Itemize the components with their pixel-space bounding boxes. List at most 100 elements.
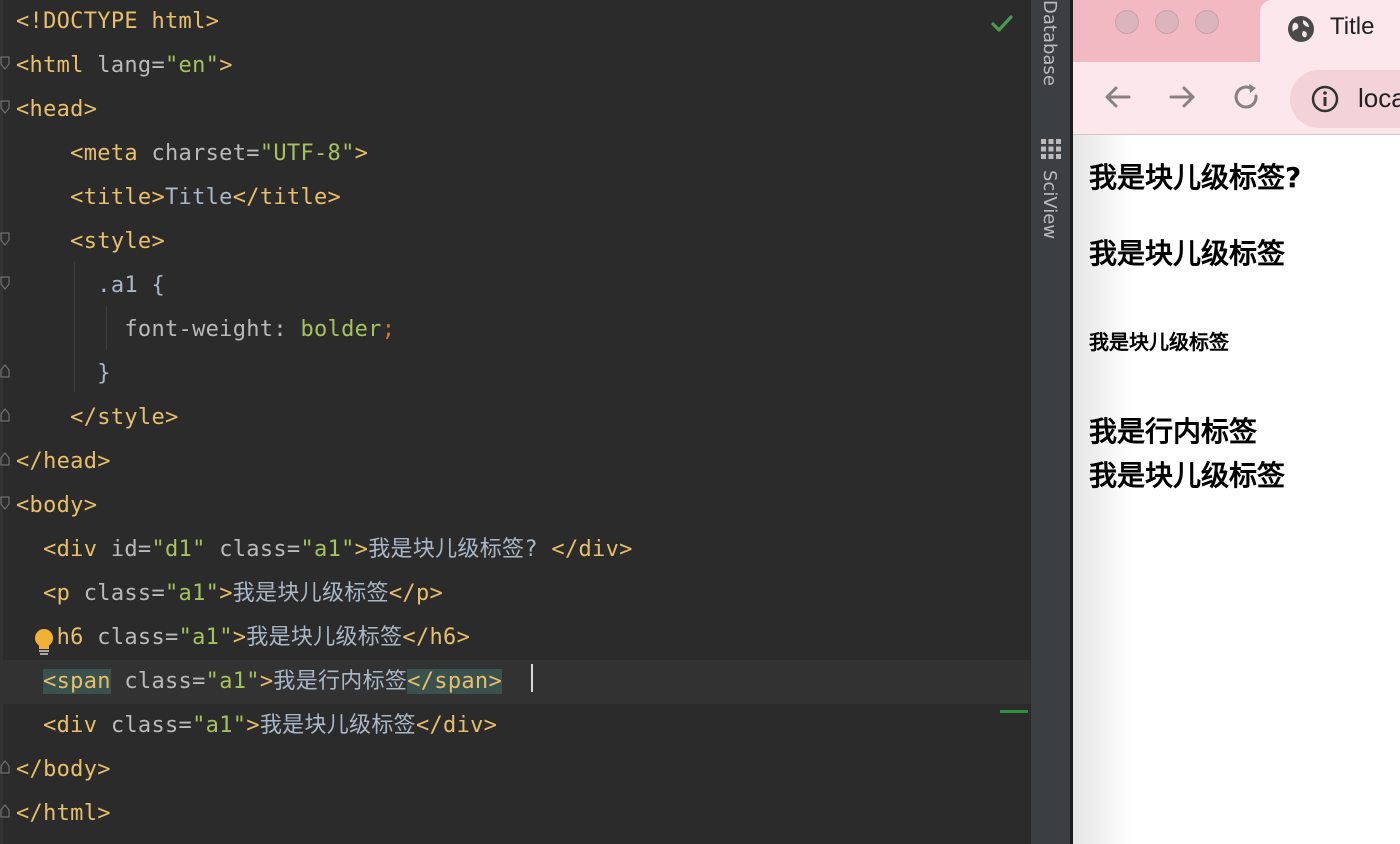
code-line[interactable]: <span class="a1">我是行内标签</span>	[0, 660, 1030, 704]
code-token: >	[354, 537, 369, 562]
zoom-window-button[interactable]	[1195, 10, 1219, 34]
code-token: <html	[16, 53, 98, 78]
code-line[interactable]: <div id="d1" class="a1">我是块儿级标签? </div>	[0, 528, 633, 572]
code-token: id=	[110, 537, 152, 562]
code-line[interactable]: }	[0, 352, 111, 396]
code-line[interactable]: h6 class="a1">我是块儿级标签</h6>	[0, 616, 470, 660]
code-token: font-weight:	[16, 317, 301, 342]
browser-window: Title localhost 我是块儿级标签? 我是块儿级标签 我是块儿级标签…	[1070, 0, 1400, 844]
fold-marker-icon[interactable]	[0, 232, 10, 246]
code-token: 我是块儿级标签	[246, 625, 403, 650]
code-token: </span>	[407, 669, 503, 694]
code-token: </div>	[551, 537, 633, 562]
code-token: class=	[83, 581, 166, 606]
back-arrow-icon[interactable]	[1101, 80, 1135, 114]
code-token: "d1"	[151, 537, 206, 562]
fold-marker-icon[interactable]	[0, 452, 10, 466]
code-token: <!DOCTYPE html>	[16, 9, 220, 34]
sciview-tool-tab[interactable]: SciView	[1039, 170, 1060, 239]
code-line[interactable]: <meta charset="UTF-8">	[0, 132, 368, 176]
code-token: .a1 {	[16, 273, 165, 298]
code-line[interactable]: font-weight: bolder;	[0, 308, 395, 352]
code-token: "a1"	[192, 713, 247, 738]
fold-marker-icon[interactable]	[0, 100, 10, 114]
code-line[interactable]: </head>	[0, 440, 111, 484]
code-token: 我是块儿级标签	[232, 581, 389, 606]
code-token: h6	[16, 625, 98, 650]
code-line[interactable]: <body>	[0, 484, 97, 528]
fold-marker-icon[interactable]	[0, 364, 10, 378]
code-token: class=	[110, 713, 193, 738]
code-token: >	[354, 141, 369, 166]
database-tool-tab[interactable]: Database	[1039, 0, 1060, 86]
code-line[interactable]: <style>	[0, 220, 165, 264]
fold-marker-icon[interactable]	[0, 56, 10, 70]
code-token: <div	[16, 713, 111, 738]
code-token: "a1"	[178, 625, 233, 650]
code-line[interactable]: </body>	[0, 748, 111, 792]
code-token: 我是块儿级标签	[259, 713, 416, 738]
reload-icon[interactable]	[1229, 80, 1263, 114]
code-line[interactable]: <html lang="en">	[0, 44, 233, 88]
code-token: class=	[205, 537, 301, 562]
code-token: </body>	[16, 757, 111, 782]
fold-marker-icon[interactable]	[0, 496, 10, 510]
code-editor[interactable]: <!DOCTYPE html> <html lang="en"> <head> <m…	[0, 0, 1030, 844]
code-token: "UTF-8"	[259, 141, 355, 166]
code-line[interactable]: </style>	[0, 396, 179, 440]
code-token: >	[219, 53, 233, 78]
code-token: class=	[97, 625, 179, 650]
forward-arrow-icon[interactable]	[1165, 80, 1199, 114]
code-token: >	[259, 669, 274, 694]
code-token: </title>	[232, 185, 342, 210]
code-token: ;	[381, 317, 396, 342]
code-token: <head>	[16, 97, 98, 122]
code-token: "en"	[165, 53, 220, 78]
code-token: class=	[110, 669, 206, 694]
code-token: 我是块儿级标签?	[368, 537, 552, 562]
code-line[interactable]: <head>	[0, 88, 97, 132]
page-div-1: 我是块儿级标签?	[1089, 161, 1302, 194]
page-h6: 我是块儿级标签	[1089, 330, 1229, 354]
tool-window-strip: Database SciView	[1030, 0, 1071, 844]
address-bar[interactable]: localhost	[1290, 70, 1400, 128]
browser-titlebar: Title	[1073, 0, 1400, 62]
browser-tab[interactable]: Title	[1260, 0, 1400, 62]
browser-toolbar: localhost	[1073, 62, 1400, 135]
code-token: "a1"	[165, 581, 220, 606]
fold-marker-icon[interactable]	[0, 276, 10, 290]
code-token: Title	[165, 185, 233, 210]
close-window-button[interactable]	[1115, 10, 1139, 34]
code-token: }	[16, 361, 111, 386]
code-token: </style>	[16, 405, 179, 430]
code-line[interactable]: <!DOCTYPE html>	[0, 0, 219, 44]
code-line[interactable]: .a1 {	[0, 264, 165, 308]
code-line[interactable]: <div class="a1">我是块儿级标签</div>	[0, 704, 497, 748]
page-span: 我是行内标签	[1089, 415, 1258, 448]
code-token: charset=	[151, 141, 260, 166]
fold-marker-icon[interactable]	[0, 408, 10, 422]
code-token: >	[232, 625, 247, 650]
code-token: </html>	[16, 801, 111, 826]
minimize-window-button[interactable]	[1155, 10, 1179, 34]
code-token: "a1"	[205, 669, 260, 694]
code-line[interactable]: <title>Title</title>	[0, 176, 341, 220]
code-token: <style>	[16, 229, 165, 254]
lightbulb-icon[interactable]	[32, 626, 56, 658]
code-token: </h6>	[402, 625, 471, 650]
code-token: >	[219, 581, 233, 606]
code-token: <p	[16, 581, 84, 606]
sciview-grid-icon[interactable]	[1040, 138, 1062, 160]
code-token: </div>	[415, 713, 498, 738]
globe-icon	[1286, 14, 1316, 44]
fold-marker-icon[interactable]	[0, 760, 10, 774]
info-icon[interactable]	[1310, 84, 1340, 114]
check-icon[interactable]	[990, 12, 1014, 36]
code-token: </head>	[16, 449, 111, 474]
fold-marker-icon[interactable]	[0, 804, 10, 818]
code-line[interactable]: <p class="a1">我是块儿级标签</p>	[0, 572, 443, 616]
indent-guide	[106, 306, 107, 350]
code-line[interactable]: </html>	[0, 792, 111, 836]
page-div-2: 我是块儿级标签	[1089, 459, 1286, 492]
